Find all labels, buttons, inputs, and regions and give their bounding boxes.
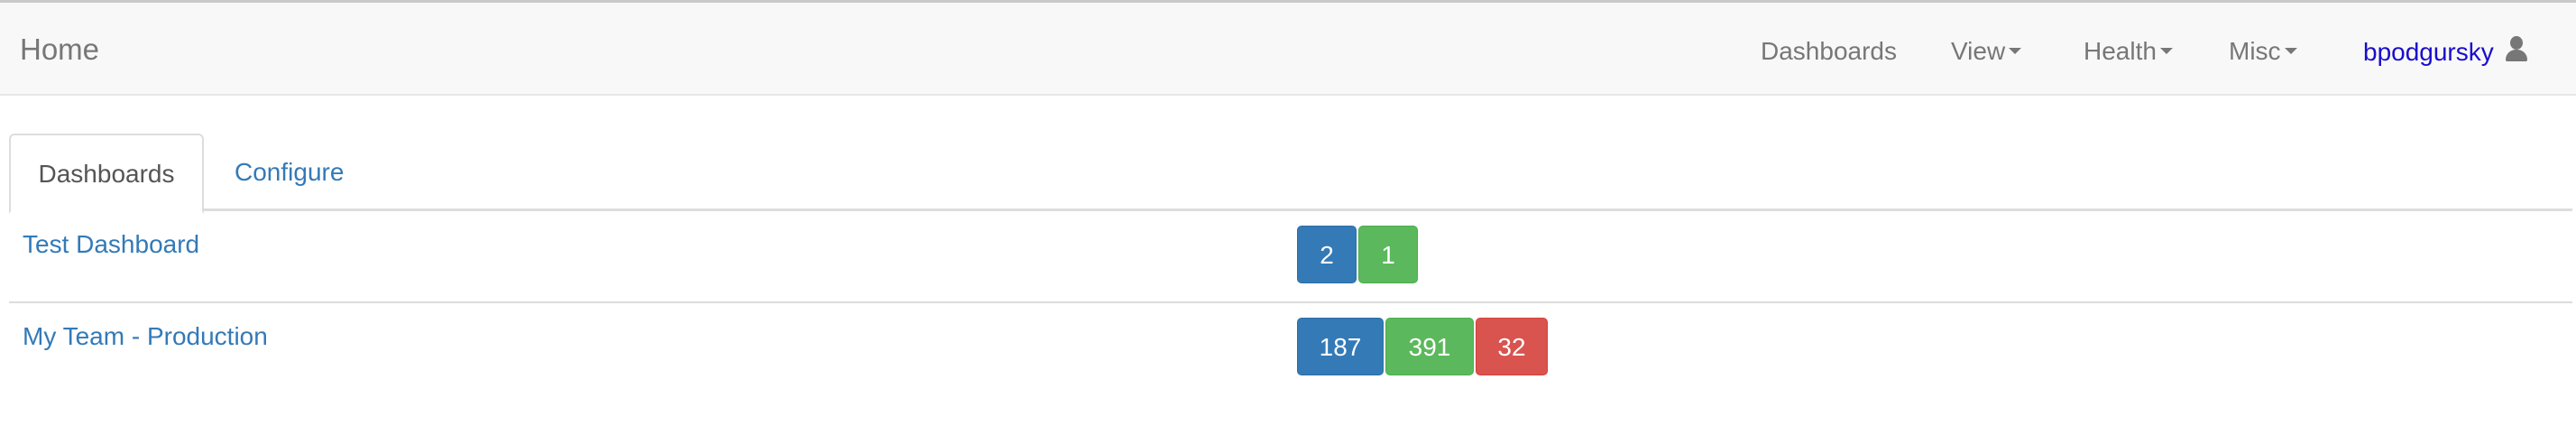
nav-health-dropdown[interactable]: Health	[2084, 36, 2173, 67]
nav-view-label: View	[1951, 37, 2006, 65]
nav-user-menu[interactable]: bpodgursky	[2363, 36, 2528, 68]
tab-configure[interactable]: Configure	[235, 134, 344, 211]
dashboard-row: Test Dashboard 2 1	[9, 211, 2572, 303]
user-icon	[2505, 36, 2528, 63]
nav-dashboards[interactable]: Dashboards	[1761, 36, 1897, 67]
navbar: Home Dashboards View Health Misc bpodgur…	[0, 3, 2576, 96]
caret-down-icon	[2284, 48, 2297, 55]
tab-bar: Dashboards Configure	[9, 134, 2572, 214]
count-badge-green[interactable]: 1	[1358, 226, 1418, 283]
dashboard-link-my-team-production[interactable]: My Team - Production	[23, 321, 268, 352]
nav-misc-dropdown[interactable]: Misc	[2229, 36, 2297, 67]
tab-dashboards[interactable]: Dashboards	[9, 134, 204, 214]
count-badge-red[interactable]: 32	[1476, 318, 1548, 375]
username-label: bpodgursky	[2363, 38, 2494, 66]
nav-misc-label: Misc	[2229, 37, 2281, 65]
dashboard-row: My Team - Production 187 391 32	[9, 303, 2572, 395]
navbar-brand-home[interactable]: Home	[20, 32, 99, 67]
dashboard-link-test-dashboard[interactable]: Test Dashboard	[23, 229, 199, 260]
count-badge-blue[interactable]: 2	[1297, 226, 1357, 283]
nav-health-label: Health	[2084, 37, 2157, 65]
nav-dashboards-label: Dashboards	[1761, 37, 1897, 65]
caret-down-icon	[2159, 48, 2173, 55]
nav-view-dropdown[interactable]: View	[1951, 36, 2022, 67]
count-badge-blue[interactable]: 187	[1297, 318, 1384, 375]
count-badge-green[interactable]: 391	[1385, 318, 1474, 375]
caret-down-icon	[2009, 48, 2022, 55]
